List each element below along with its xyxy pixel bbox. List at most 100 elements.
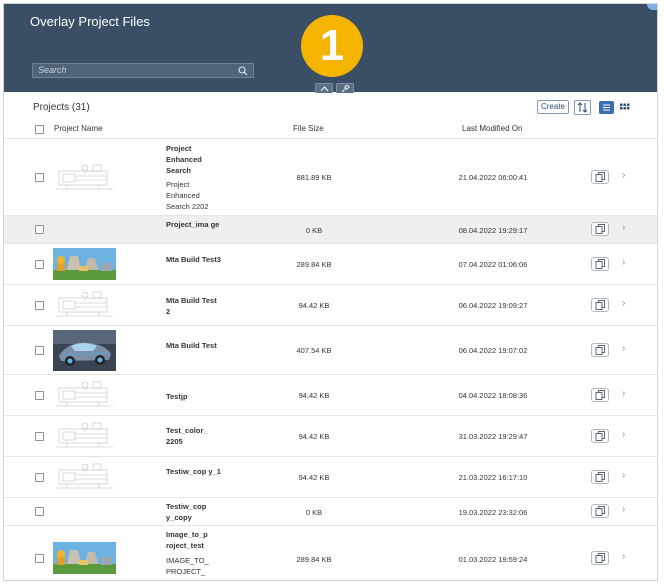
copy-icon (595, 300, 605, 310)
project-name: Testiw_cop y_1 (166, 467, 221, 476)
projects-count-title: Projects (31) (33, 102, 90, 113)
file-size: 0 KB (305, 226, 323, 235)
grid-view-button[interactable] (617, 101, 632, 114)
last-modified: 04.04.2022 18:08:36 (458, 391, 528, 400)
navigate-chevron-icon[interactable]: › (622, 298, 625, 309)
project-description: Project Enhanced Search 2202 (166, 180, 209, 211)
create-button[interactable]: Create (537, 100, 569, 114)
file-size: 94.42 KB (298, 432, 330, 441)
last-modified: 21.04.2022 06:00:41 (458, 173, 528, 182)
copy-icon (595, 553, 605, 563)
copy-project-button[interactable] (591, 222, 609, 236)
project-name: Project_ima ge (166, 220, 220, 229)
row-checkbox[interactable] (35, 554, 44, 563)
project-name: Mta Build Test 2 (166, 296, 217, 316)
row-checkbox[interactable] (35, 260, 44, 269)
file-size: 289.84 KB (296, 555, 332, 564)
navigate-chevron-icon[interactable]: › (622, 170, 625, 181)
table-row[interactable]: Image_to_p roject_test IMAGE_TO_ PROJECT_… (4, 526, 657, 580)
project-name: Mta Build Test3 (166, 255, 221, 264)
table-row[interactable]: Testiw_cop y_copy 0 KB 19.03.2022 23:32:06… (4, 498, 657, 526)
row-checkbox[interactable] (35, 301, 44, 310)
navigate-chevron-icon[interactable]: › (622, 222, 625, 233)
table-row[interactable]: Project_ima ge 0 KB 08.04.2022 19:29:17 › (4, 216, 657, 244)
navigate-chevron-icon[interactable]: › (622, 504, 625, 515)
row-checkbox[interactable] (35, 391, 44, 400)
search-icon[interactable] (238, 66, 248, 76)
navigate-chevron-icon[interactable]: › (622, 470, 625, 481)
navigate-chevron-icon[interactable]: › (622, 551, 625, 562)
list-view-icon (603, 104, 610, 111)
project-name: Testiw_cop y_copy (166, 502, 207, 522)
copy-icon (595, 259, 605, 269)
copy-icon (595, 390, 605, 400)
list-view-button[interactable] (599, 101, 614, 114)
page-header: Overlay Project Files Search 1 (4, 4, 657, 93)
copy-icon (595, 172, 605, 182)
last-modified: 31.03.2022 19:29:47 (458, 432, 528, 441)
navigate-chevron-icon[interactable]: › (622, 343, 625, 354)
table-row[interactable]: Testiw_cop y_1 94.42 KB 21.03.2022 16:17:1… (4, 457, 657, 498)
project-thumbnail (53, 162, 116, 194)
table-row[interactable]: Mta Build Test 2 94.42 KB 06.04.2022 19:09… (4, 285, 657, 326)
table-row[interactable]: Testjp 94.42 KB 04.04.2022 18:08:36 › (4, 375, 657, 416)
table-row[interactable]: Test_color_ 2205 94.42 KB 31.03.2022 19:29… (4, 416, 657, 457)
collapse-header-button[interactable] (315, 83, 333, 93)
file-size: 0 KB (305, 508, 323, 517)
copy-icon (595, 431, 605, 441)
copy-icon (595, 224, 605, 234)
project-name: Test_color_ 2205 (166, 426, 208, 446)
app-window: Overlay Project Files Search 1 Projects … (3, 3, 658, 581)
pin-header-button[interactable] (336, 83, 354, 93)
project-thumbnail (53, 542, 116, 574)
project-thumbnail (53, 289, 116, 321)
copy-project-button[interactable] (591, 388, 609, 402)
file-size: 94.42 KB (298, 473, 330, 482)
copy-project-button[interactable] (591, 551, 609, 565)
project-description: IMAGE_TO_ PROJECT_ TEST (166, 556, 209, 580)
project-thumbnail (53, 461, 116, 493)
project-name: Testjp (166, 392, 188, 401)
row-checkbox[interactable] (35, 173, 44, 182)
table-row[interactable]: Mta Build Test3 289.84 KB 07.04.2022 01:06… (4, 244, 657, 285)
project-thumbnail (53, 420, 116, 452)
navigate-chevron-icon[interactable]: › (622, 429, 625, 440)
last-modified: 06.04.2022 19:07:02 (458, 346, 528, 355)
last-modified: 01.03.2022 19:59:24 (458, 555, 528, 564)
project-thumbnail (53, 379, 116, 411)
sort-button[interactable] (574, 100, 591, 115)
copy-project-button[interactable] (591, 429, 609, 443)
copy-project-button[interactable] (591, 343, 609, 357)
last-modified: 07.04.2022 01:06:06 (458, 260, 528, 269)
column-header-name[interactable]: Project Name (54, 124, 102, 133)
row-checkbox[interactable] (35, 346, 44, 355)
file-size: 881.89 KB (296, 173, 332, 182)
project-name: Image_to_p roject_test (166, 530, 208, 550)
row-checkbox[interactable] (35, 432, 44, 441)
column-header-size[interactable]: File Size (293, 124, 324, 133)
sort-icon (577, 102, 588, 113)
file-size: 94.42 KB (298, 301, 330, 310)
table-header: Project Name File Size Last Modified On (4, 120, 657, 139)
table-row[interactable]: Mta Build Test 407.54 KB 06.04.2022 19:07:… (4, 326, 657, 375)
table-row[interactable]: Project Enhanced Search Project Enhanced … (4, 140, 657, 216)
copy-project-button[interactable] (591, 504, 609, 518)
copy-project-button[interactable] (591, 470, 609, 484)
row-checkbox[interactable] (35, 225, 44, 234)
last-modified: 19.03.2022 23:32:06 (458, 508, 528, 517)
column-header-modified[interactable]: Last Modified On (462, 124, 522, 133)
copy-project-button[interactable] (591, 298, 609, 312)
search-input[interactable]: Search (32, 63, 254, 78)
navigate-chevron-icon[interactable]: › (622, 257, 625, 268)
row-checkbox[interactable] (35, 507, 44, 516)
copy-project-button[interactable] (591, 257, 609, 271)
file-size: 94.42 KB (298, 391, 330, 400)
copy-project-button[interactable] (591, 170, 609, 184)
row-checkbox[interactable] (35, 473, 44, 482)
select-all-checkbox[interactable] (35, 125, 44, 134)
pin-icon (341, 85, 350, 93)
navigate-chevron-icon[interactable]: › (622, 388, 625, 399)
project-name: Project Enhanced Search (166, 144, 202, 175)
step-badge: 1 (301, 15, 363, 77)
search-placeholder: Search (38, 65, 67, 75)
